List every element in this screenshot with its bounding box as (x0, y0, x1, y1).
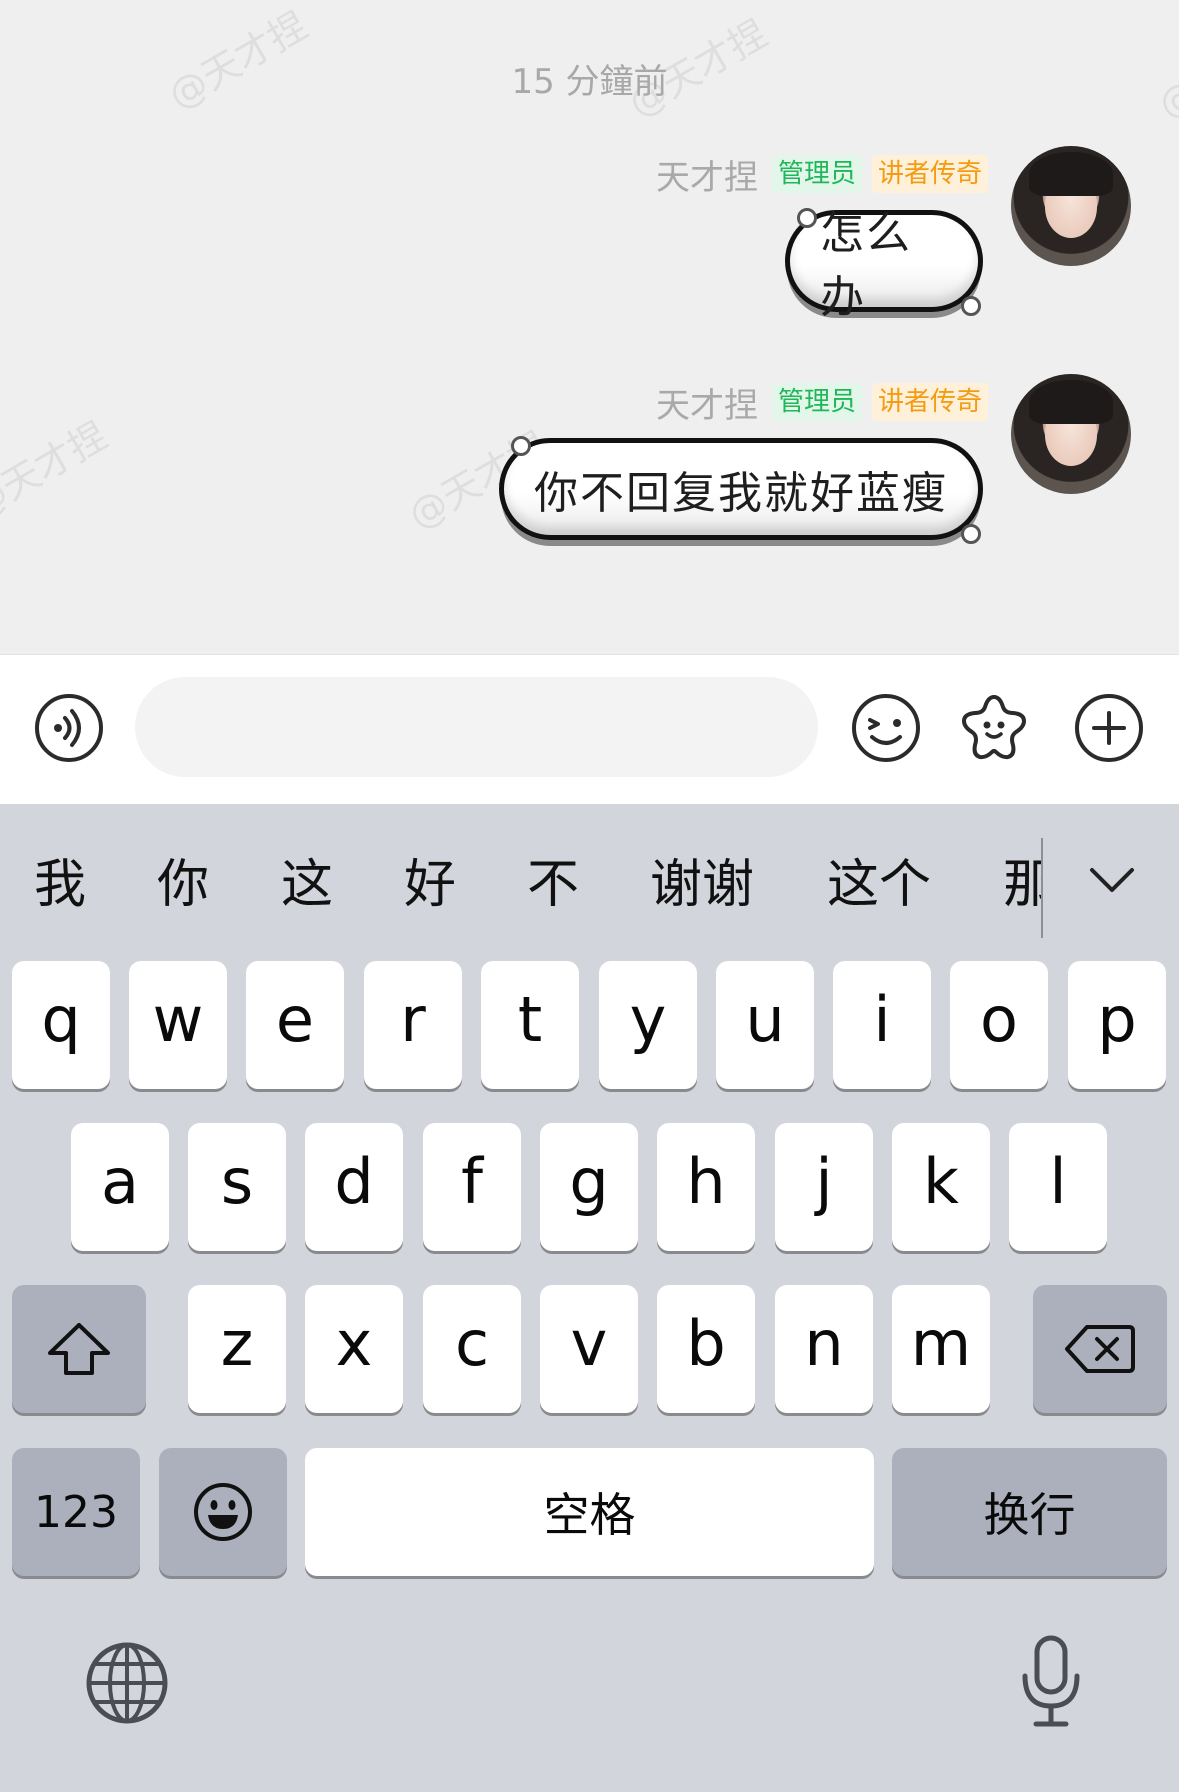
bubble-decoration (961, 524, 981, 544)
shift-arrow-icon (48, 1323, 110, 1375)
candidate-word[interactable]: 谢谢 (650, 842, 754, 917)
return-key[interactable]: 换行 (892, 1448, 1167, 1576)
key-j[interactable]: j (775, 1123, 873, 1251)
message-header: 天才捏 管理员 讲者传奇 (656, 382, 988, 426)
candidate-bar: 我 你 这 好 不 谢谢 这个 那 (0, 804, 1179, 954)
key-a[interactable]: a (71, 1123, 169, 1251)
avatar[interactable] (1011, 146, 1131, 266)
chat-area: @天才捏 @天才捏 @天才捏 @天才捏 @天才捏 15 分鐘前 天才捏 管理员 … (0, 0, 1179, 654)
message-bubble[interactable]: 你不回复我就好蓝瘦 (499, 438, 983, 540)
microphone-icon[interactable] (1016, 1632, 1086, 1732)
space-key[interactable]: 空格 (305, 1448, 874, 1576)
candidate-word[interactable]: 我 (34, 842, 86, 917)
message-text: 你不回复我就好蓝瘦 (534, 468, 948, 519)
smiley-icon (194, 1483, 252, 1541)
system-keyboard: 我 你 这 好 不 谢谢 这个 那 q w e r t y u i o p a … (0, 804, 1179, 1792)
key-w[interactable]: w (129, 961, 227, 1089)
key-y[interactable]: y (599, 961, 697, 1089)
key-q[interactable]: q (12, 961, 110, 1089)
wink-face-icon[interactable] (851, 693, 921, 763)
title-badge: 讲者传奇 (871, 383, 988, 421)
bubble-decoration (797, 208, 817, 228)
message-header: 天才捏 管理员 讲者传奇 (656, 154, 988, 198)
key-d[interactable]: d (305, 1123, 403, 1251)
key-g[interactable]: g (540, 1123, 638, 1251)
backspace-icon (1065, 1325, 1135, 1373)
key-h[interactable]: h (657, 1123, 755, 1251)
key-l[interactable]: l (1009, 1123, 1107, 1251)
avatar[interactable] (1011, 374, 1131, 494)
sender-name[interactable]: 天才捏 (656, 378, 758, 427)
key-t[interactable]: t (481, 961, 579, 1089)
globe-icon[interactable] (84, 1640, 170, 1726)
key-r[interactable]: r (364, 961, 462, 1089)
chat-message: 天才捏 管理员 讲者传奇 你不回复我就好蓝瘦 (0, 374, 1179, 584)
candidate-word[interactable]: 这 (281, 842, 333, 917)
candidate-word[interactable]: 好 (404, 842, 456, 917)
message-input[interactable] (135, 677, 818, 777)
candidate-divider (1041, 838, 1043, 938)
key-z[interactable]: z (188, 1285, 286, 1413)
key-p[interactable]: p (1068, 961, 1166, 1089)
key-o[interactable]: o (950, 961, 1048, 1089)
chat-message: 天才捏 管理员 讲者传奇 怎么办 (0, 146, 1179, 356)
candidate-word[interactable]: 这个 (827, 842, 931, 917)
key-n[interactable]: n (775, 1285, 873, 1413)
sender-name[interactable]: 天才捏 (656, 150, 758, 199)
key-e[interactable]: e (246, 961, 344, 1089)
title-badge: 讲者传奇 (871, 155, 988, 193)
message-text: 怎么办 (820, 208, 912, 323)
message-input-bar (0, 654, 1179, 804)
chevron-down-icon[interactable] (1082, 860, 1142, 900)
key-k[interactable]: k (892, 1123, 990, 1251)
key-u[interactable]: u (716, 961, 814, 1089)
key-i[interactable]: i (833, 961, 931, 1089)
admin-badge: 管理员 (771, 155, 862, 193)
key-b[interactable]: b (657, 1285, 755, 1413)
message-timestamp: 15 分鐘前 (511, 62, 668, 102)
emoji-key[interactable] (159, 1448, 287, 1576)
star-face-icon[interactable] (958, 691, 1028, 761)
key-c[interactable]: c (423, 1285, 521, 1413)
candidate-word[interactable]: 不 (527, 842, 579, 917)
admin-badge: 管理员 (771, 383, 862, 421)
delete-key[interactable] (1033, 1285, 1167, 1413)
key-x[interactable]: x (305, 1285, 403, 1413)
numbers-key[interactable]: 123 (12, 1448, 140, 1576)
plus-circle-icon[interactable] (1074, 693, 1144, 763)
bubble-decoration (961, 296, 981, 316)
key-m[interactable]: m (892, 1285, 990, 1413)
candidate-word[interactable]: 那 (1003, 842, 1041, 917)
key-v[interactable]: v (540, 1285, 638, 1413)
bubble-decoration (511, 436, 531, 456)
candidate-word[interactable]: 你 (157, 842, 209, 917)
shift-key[interactable] (12, 1285, 146, 1413)
voice-wave-icon[interactable] (34, 693, 104, 763)
key-s[interactable]: s (188, 1123, 286, 1251)
message-bubble[interactable]: 怎么办 (785, 208, 983, 323)
key-f[interactable]: f (423, 1123, 521, 1251)
